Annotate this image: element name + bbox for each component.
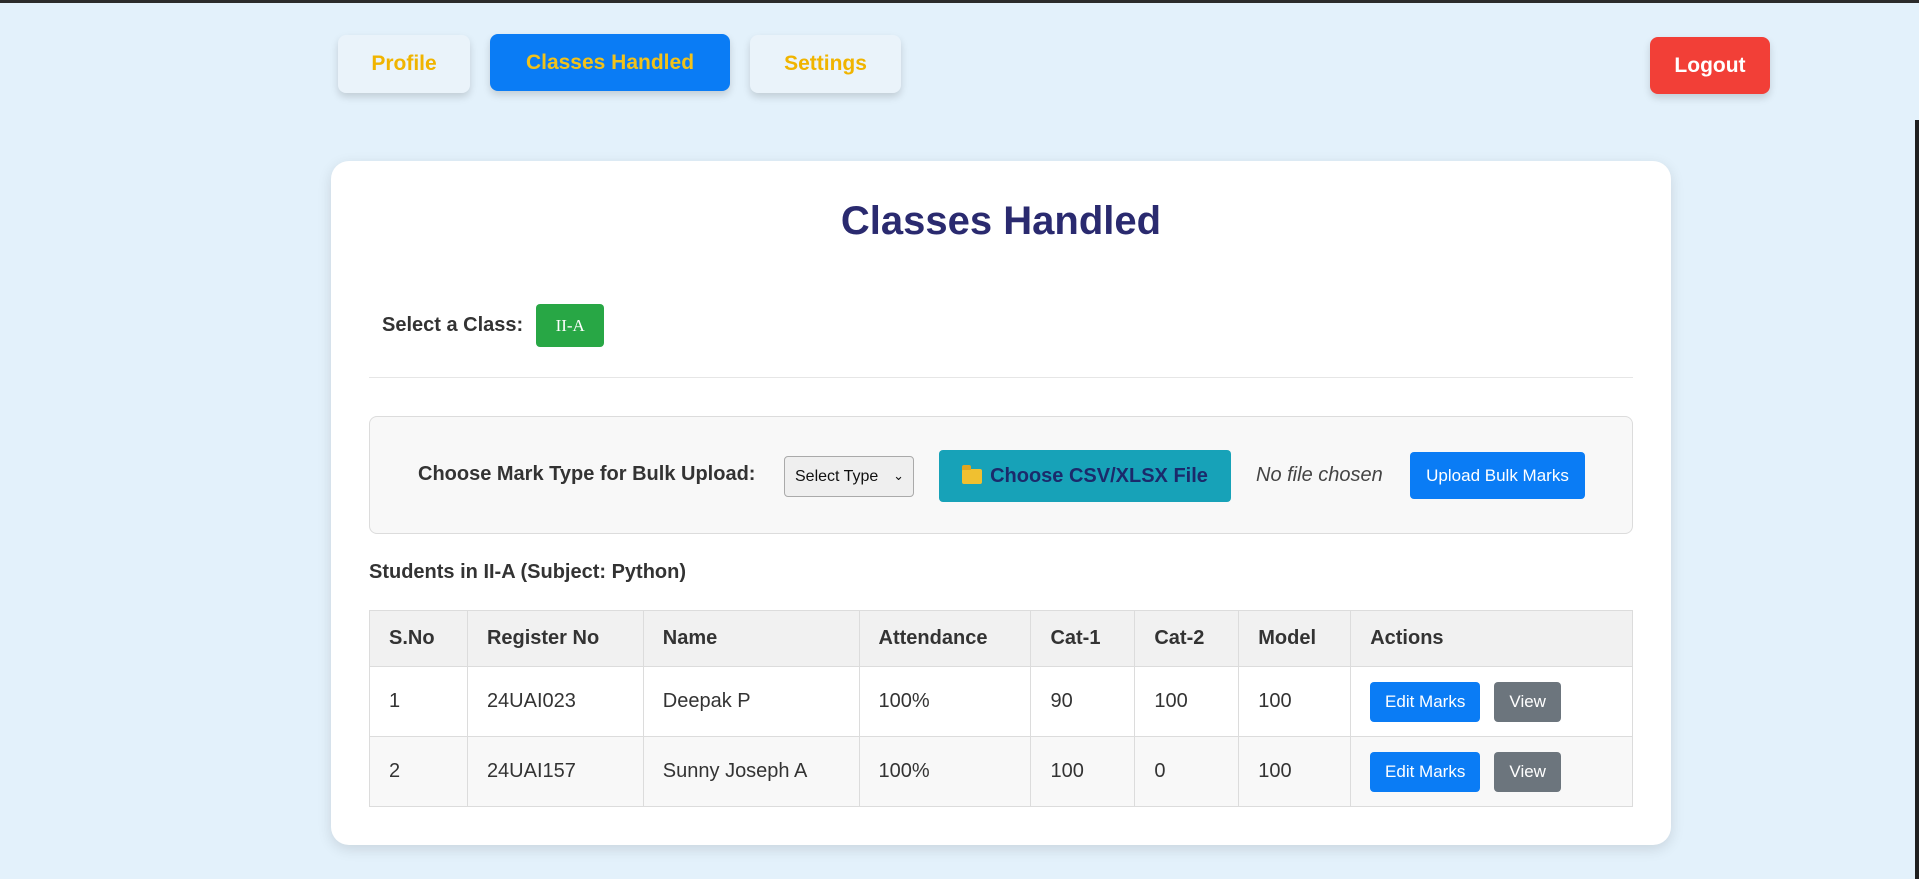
cell-cat1: 100 [1030, 736, 1136, 807]
classes-card: Classes Handled Select a Class: II-A Cho… [331, 161, 1671, 845]
cell-cat2: 0 [1134, 736, 1240, 807]
students-table: S.No Register No Name Attendance Cat-1 C… [369, 610, 1633, 807]
column-header-sno: S.No [369, 610, 468, 667]
mark-type-select-value: Select Type [795, 467, 879, 485]
class-button-ii-a[interactable]: II-A [536, 304, 605, 347]
classes-handled-tab[interactable]: Classes Handled [490, 34, 730, 91]
profile-tab[interactable]: Profile [338, 35, 470, 93]
window-top-border [0, 0, 1919, 3]
cell-cat1: 90 [1030, 666, 1136, 737]
table-row: 1 24UAI023 Deepak P 100% 90 100 100 Edit… [369, 666, 1633, 737]
edit-marks-button[interactable]: Edit Marks [1370, 751, 1481, 792]
cell-sno: 1 [369, 666, 468, 737]
column-header-register-no: Register No [466, 610, 644, 667]
column-header-attendance: Attendance [858, 610, 1032, 667]
column-header-model: Model [1238, 610, 1352, 667]
page-title: Classes Handled [840, 199, 1162, 243]
view-button[interactable]: View [1494, 681, 1562, 722]
top-nav: Profile Classes Handled Settings [338, 34, 921, 93]
divider [369, 377, 1633, 378]
column-header-cat1: Cat-1 [1030, 610, 1136, 667]
chevron-down-icon: ⌄ [893, 468, 904, 483]
cell-name: Deepak P [642, 666, 860, 737]
settings-tab[interactable]: Settings [750, 35, 901, 93]
select-class-label: Select a Class: [382, 314, 524, 336]
cell-register-no: 24UAI157 [466, 736, 644, 807]
logout-button[interactable]: Logout [1650, 37, 1770, 94]
view-button[interactable]: View [1494, 751, 1562, 792]
table-row: 2 24UAI157 Sunny Joseph A 100% 100 0 100… [369, 736, 1633, 807]
class-selector: Select a Class: II-A [382, 304, 605, 347]
cell-name: Sunny Joseph A [642, 736, 860, 807]
mark-type-label: Choose Mark Type for Bulk Upload: [418, 463, 756, 485]
cell-model: 100 [1238, 666, 1352, 737]
column-header-name: Name [642, 610, 860, 667]
column-header-cat2: Cat-2 [1134, 610, 1240, 667]
bulk-upload-panel: Choose Mark Type for Bulk Upload: Select… [369, 416, 1633, 534]
students-heading: Students in II-A (Subject: Python) [369, 561, 687, 583]
folder-icon [962, 464, 983, 484]
edit-marks-button[interactable]: Edit Marks [1370, 681, 1481, 722]
cell-model: 100 [1238, 736, 1352, 807]
table-header-row: S.No Register No Name Attendance Cat-1 C… [369, 610, 1633, 667]
scrollbar[interactable] [1915, 120, 1919, 879]
choose-file-label: Choose CSV/XLSX File [990, 464, 1208, 487]
cell-actions: Edit Marks View [1350, 666, 1633, 737]
cell-attendance: 100% [858, 666, 1032, 737]
choose-file-button[interactable]: Choose CSV/XLSX File [939, 450, 1231, 502]
cell-cat2: 100 [1134, 666, 1240, 737]
cell-actions: Edit Marks View [1350, 736, 1633, 807]
cell-attendance: 100% [858, 736, 1032, 807]
column-header-actions: Actions [1350, 610, 1633, 667]
mark-type-select[interactable]: Select Type ⌄ [784, 456, 914, 497]
file-status-text: No file chosen [1256, 464, 1383, 486]
cell-sno: 2 [369, 736, 468, 807]
cell-register-no: 24UAI023 [466, 666, 644, 737]
upload-bulk-marks-button[interactable]: Upload Bulk Marks [1410, 452, 1585, 499]
